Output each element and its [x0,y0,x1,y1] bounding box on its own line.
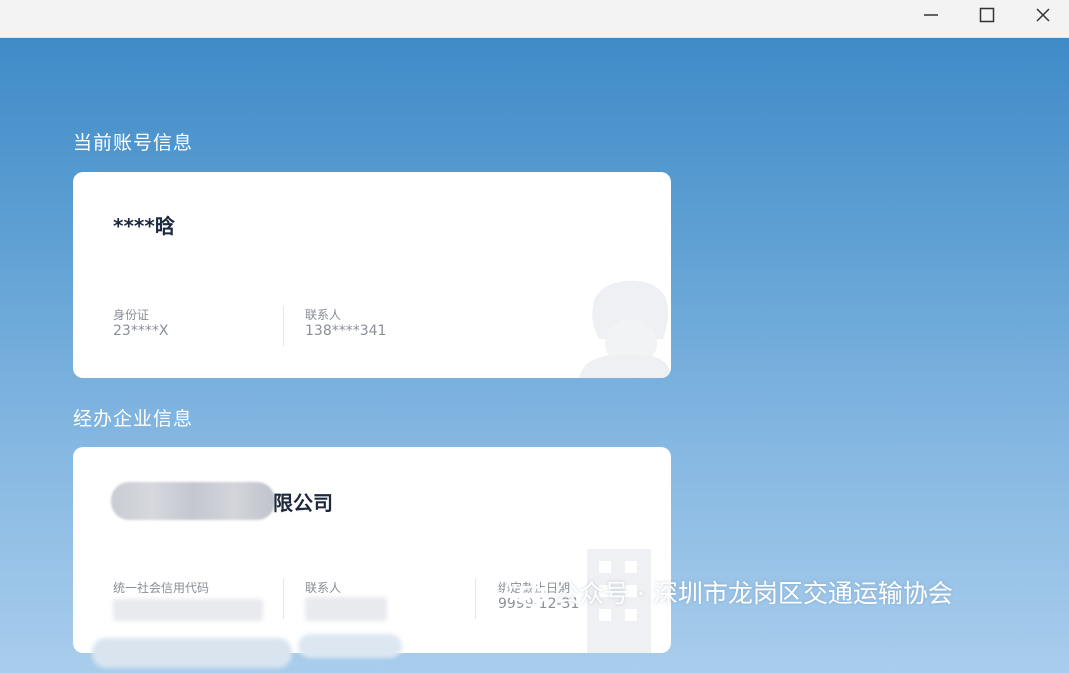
redaction-smudge [298,634,402,658]
contact-field: 联系人 138****341 [305,308,386,340]
minimize-icon [924,14,938,16]
company-section-title: 经办企业信息 [73,408,194,430]
id-card-label: 身份证 [113,308,150,322]
credit-code-label: 统一社会信用代码 [113,581,210,595]
redaction-smudge [92,638,292,668]
account-card[interactable]: ****晗 身份证 23****X 联系人 138****341 [73,172,671,378]
field-divider [283,579,284,619]
company-name: 限公司 [273,491,333,515]
field-divider [475,579,476,619]
wechat-watermark: 公众号 · 深圳市龙岗区交通运输协会 [504,574,953,610]
window-titlebar [0,0,1069,38]
company-card[interactable]: 限公司 统一社会信用代码 联系人 绑定截止日期 9999-12-31 [73,447,671,653]
maximize-icon [979,7,995,23]
close-button[interactable] [1020,0,1066,30]
field-divider [283,306,284,346]
person-watermark-icon [579,280,671,378]
contact-value: 138****341 [305,323,387,339]
contact-label: 联系人 [305,308,342,322]
redacted-company-name [111,482,275,520]
wechat-icon [504,576,546,607]
redacted-credit-code [113,599,263,621]
company-contact-label: 联系人 [305,581,342,595]
account-section-title: 当前账号信息 [73,132,194,154]
redacted-contact [305,597,387,621]
minimize-button[interactable] [908,0,954,30]
id-card-value: 23****X [113,323,169,339]
company-contact-field: 联系人 [305,581,341,596]
id-card-field: 身份证 23****X [113,308,168,340]
maximize-button[interactable] [964,0,1010,30]
credit-code-field: 统一社会信用代码 [113,581,209,596]
watermark-text: 公众号 · 深圳市龙岗区交通运输协会 [554,579,953,608]
account-name: ****晗 [113,214,175,238]
close-icon [1036,8,1050,22]
